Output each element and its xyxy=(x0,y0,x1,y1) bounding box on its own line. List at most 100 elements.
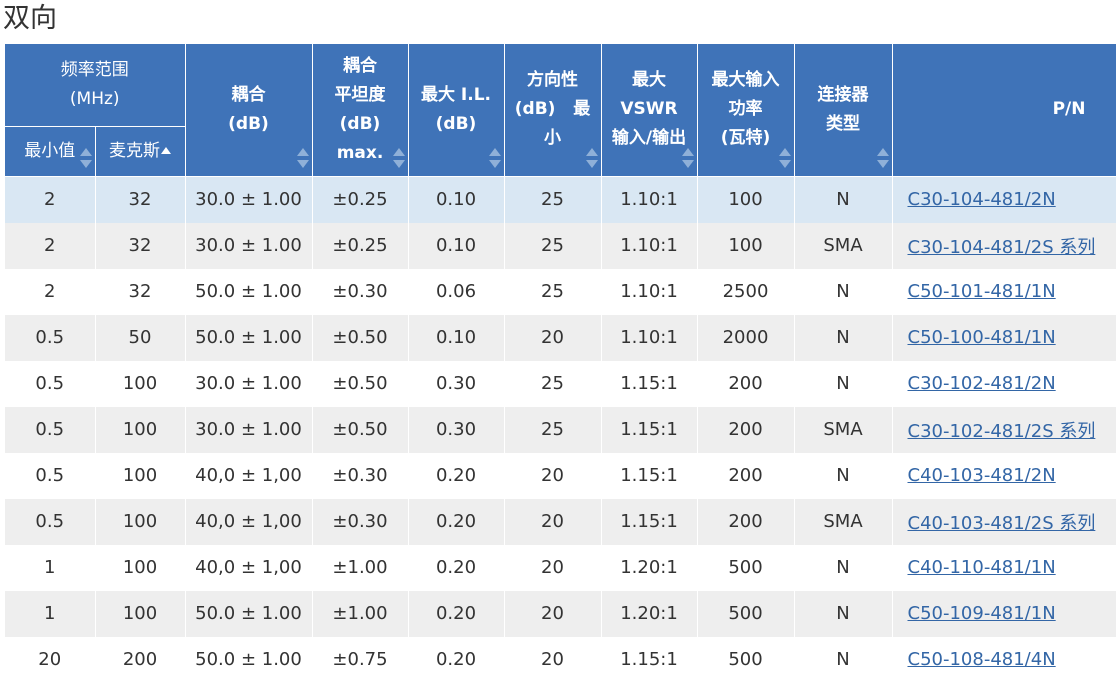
pn-cell: C30-104-481/2S 系列 xyxy=(892,222,1116,269)
connector-cell: N xyxy=(794,544,893,591)
freq-max-cell: 50 xyxy=(95,314,186,361)
sort-arrows-icon[interactable] xyxy=(585,147,598,170)
vswr-cell: 1.10:1 xyxy=(601,314,698,361)
connector-header[interactable]: 连接器 类型 xyxy=(794,44,893,177)
pn-cell: C50-108-481/4N xyxy=(892,636,1116,683)
pn-cell: C40-103-481/2S 系列 xyxy=(892,498,1116,545)
table-row[interactable]: 0.5 100 40,0 ± 1,00 ±0.30 0.20 20 1.15:1 200 N C4… xyxy=(5,452,1116,499)
directivity-header[interactable]: 方向性 (dB) 最 小 xyxy=(504,44,602,177)
vswr-header-line-2: VSWR xyxy=(620,99,678,120)
sort-arrows-icon[interactable] xyxy=(392,147,405,170)
sort-arrows-icon[interactable] xyxy=(778,147,791,170)
flatness-header[interactable]: 耦合 平坦度 (dB) max. xyxy=(312,44,409,177)
connector-cell: N xyxy=(794,268,893,315)
table-row[interactable]: 2 32 30.0 ± 1.00 ±0.25 0.10 25 1.10:1 100 N C30-1… xyxy=(5,176,1116,223)
freq-min-cell: 1 xyxy=(5,544,96,591)
coupling-cell: 50.0 ± 1.00 xyxy=(185,314,313,361)
freq-min-label: 最小值 xyxy=(24,140,76,161)
page-title: 双向 xyxy=(3,3,57,34)
insertion-loss-cell: 0.20 xyxy=(408,498,505,545)
table-row[interactable]: 1 100 40,0 ± 1,00 ±1.00 0.20 20 1.20:1 500 N C40-… xyxy=(5,544,1116,591)
part-number-link[interactable]: C40-103-481/2N xyxy=(908,465,1056,486)
vswr-header[interactable]: 最大 VSWR 输入/输出 xyxy=(601,44,698,177)
freq-max-header[interactable]: 麦克斯 xyxy=(95,126,186,177)
flatness-cell: ±0.25 xyxy=(312,222,409,269)
sort-arrows-icon[interactable] xyxy=(296,147,309,170)
freq-max-cell: 100 xyxy=(95,452,186,499)
directivity-cell: 20 xyxy=(504,452,602,499)
table-row[interactable]: 2 32 50.0 ± 1.00 ±0.30 0.06 25 1.10:1 2500 N C50-… xyxy=(5,268,1116,315)
flatness-cell: ±0.25 xyxy=(312,176,409,223)
sort-arrows-icon[interactable] xyxy=(488,147,501,170)
part-number-link[interactable]: C50-109-481/1N xyxy=(908,603,1056,624)
freq-max-cell: 32 xyxy=(95,268,186,315)
insertion-loss-header-line-2: (dB) xyxy=(435,113,477,134)
flatness-cell: ±0.30 xyxy=(312,268,409,315)
freq-max-cell: 32 xyxy=(95,176,186,223)
connector-cell: SMA xyxy=(794,222,893,269)
table-row[interactable]: 20 200 50.0 ± 1.00 ±0.75 0.20 20 1.15:1 500 N C50… xyxy=(5,636,1116,683)
connector-cell: N xyxy=(794,452,893,499)
vswr-cell: 1.20:1 xyxy=(601,590,698,637)
freq-max-cell: 100 xyxy=(95,590,186,637)
directivity-cell: 25 xyxy=(504,360,602,407)
vswr-cell: 1.15:1 xyxy=(601,498,698,545)
sort-ascending-icon[interactable] xyxy=(161,146,171,154)
table-row[interactable]: 0.5 100 40,0 ± 1,00 ±0.30 0.20 20 1.15:1 200 SMA… xyxy=(5,498,1116,545)
part-number-link[interactable]: C30-102-481/2S 系列 xyxy=(908,421,1096,442)
pn-cell: C50-101-481/1N xyxy=(892,268,1116,315)
coupling-cell: 50.0 ± 1.00 xyxy=(185,590,313,637)
coupling-cell: 30.0 ± 1.00 xyxy=(185,222,313,269)
sort-arrows-icon[interactable] xyxy=(681,147,694,170)
power-cell: 200 xyxy=(697,498,795,545)
power-header[interactable]: 最大输入 功率 (瓦特) xyxy=(697,44,795,177)
insertion-loss-cell: 0.20 xyxy=(408,452,505,499)
vswr-header-line-1: 最大 xyxy=(632,70,666,91)
table-row[interactable]: 0.5 100 30.0 ± 1.00 ±0.50 0.30 25 1.15:1 200 SMA… xyxy=(5,406,1116,453)
connector-cell: N xyxy=(794,590,893,637)
power-cell: 100 xyxy=(697,222,795,269)
power-header-line-1: 最大输入 xyxy=(711,70,780,91)
freq-min-cell: 0.5 xyxy=(5,406,96,453)
connector-cell: N xyxy=(794,176,893,223)
directivity-cell: 20 xyxy=(504,314,602,361)
sort-arrows-icon[interactable] xyxy=(876,147,889,170)
part-number-link[interactable]: C30-104-481/2N xyxy=(908,189,1056,210)
directivity-header-line-2: (dB) 最 xyxy=(514,99,591,120)
freq-max-cell: 100 xyxy=(95,544,186,591)
insertion-loss-cell: 0.20 xyxy=(408,636,505,683)
table-row[interactable]: 0.5 50 50.0 ± 1.00 ±0.50 0.10 20 1.10:1 2000 N C5… xyxy=(5,314,1116,361)
flatness-header-line-1: 耦合 xyxy=(343,55,377,76)
connector-cell: SMA xyxy=(794,498,893,545)
sort-arrows-icon[interactable] xyxy=(79,147,92,170)
part-number-link[interactable]: C40-110-481/1N xyxy=(908,557,1056,578)
table-row[interactable]: 2 32 30.0 ± 1.00 ±0.25 0.10 25 1.10:1 100 SMA C30… xyxy=(5,222,1116,269)
flatness-cell: ±0.50 xyxy=(312,360,409,407)
power-cell: 200 xyxy=(697,452,795,499)
coupling-cell: 30.0 ± 1.00 xyxy=(185,176,313,223)
insertion-loss-header-line-1: 最大 I.L. xyxy=(421,84,491,105)
part-number-link[interactable]: C40-103-481/2S 系列 xyxy=(908,513,1096,534)
coupling-cell: 40,0 ± 1,00 xyxy=(185,498,313,545)
table-row[interactable]: 1 100 50.0 ± 1.00 ±1.00 0.20 20 1.20:1 500 N C50-… xyxy=(5,590,1116,637)
part-number-link[interactable]: C50-100-481/1N xyxy=(908,327,1056,348)
freq-min-header[interactable]: 最小值 xyxy=(5,126,96,177)
table-row[interactable]: 0.5 100 30.0 ± 1.00 ±0.50 0.30 25 1.15:1 200 N C3… xyxy=(5,360,1116,407)
flatness-cell: ±0.75 xyxy=(312,636,409,683)
freq-max-label: 麦克斯 xyxy=(109,140,160,161)
connector-cell: N xyxy=(794,314,893,361)
pn-cell: C30-102-481/2S 系列 xyxy=(892,406,1116,453)
part-number-link[interactable]: C50-108-481/4N xyxy=(908,649,1056,670)
insertion-loss-header[interactable]: 最大 I.L. (dB) xyxy=(408,44,505,177)
flatness-cell: ±0.30 xyxy=(312,452,409,499)
part-number-link[interactable]: C30-102-481/2N xyxy=(908,373,1056,394)
flatness-cell: ±0.50 xyxy=(312,406,409,453)
insertion-loss-cell: 0.06 xyxy=(408,268,505,315)
freq-min-cell: 2 xyxy=(5,176,96,223)
freq-max-cell: 100 xyxy=(95,406,186,453)
part-number-link[interactable]: C30-104-481/2S 系列 xyxy=(908,237,1096,258)
power-cell: 100 xyxy=(697,176,795,223)
coupling-header[interactable]: 耦合 (dB) xyxy=(185,44,313,177)
flatness-header-line-3: (dB) xyxy=(339,113,381,134)
part-number-link[interactable]: C50-101-481/1N xyxy=(908,281,1056,302)
